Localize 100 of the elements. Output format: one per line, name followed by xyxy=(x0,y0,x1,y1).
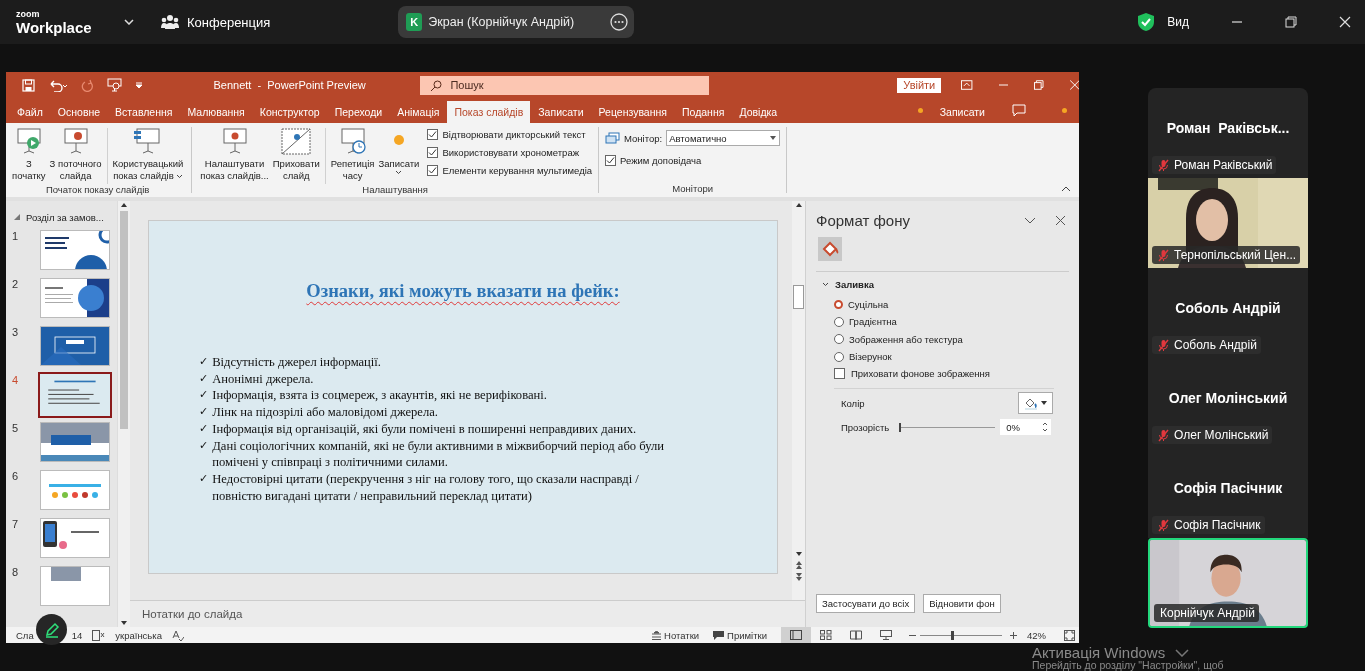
checkbox-label[interactable]: Використовувати хронометраж xyxy=(442,146,579,158)
ribbon-tab[interactable]: Рецензування xyxy=(591,101,674,123)
section-title[interactable]: Заливка xyxy=(835,279,874,290)
slider-thumb[interactable] xyxy=(951,630,955,640)
radio-button[interactable] xyxy=(834,334,844,345)
normal-view-button[interactable] xyxy=(781,627,811,643)
customize-caret-icon[interactable] xyxy=(135,81,143,89)
ribbon-tab[interactable]: Переходи xyxy=(327,101,390,123)
participant-tile[interactable]: Софія Пасічник Софія Пасічник xyxy=(1148,448,1308,538)
pane-button[interactable]: Відновити фон xyxy=(923,594,1001,613)
participant-tile[interactable]: Тернопільський Цен... xyxy=(1148,178,1308,268)
restore-icon[interactable] xyxy=(1034,80,1044,90)
ribbon-button[interactable]: Користувацький показ слайдів xyxy=(110,126,186,182)
ribbon-tab[interactable]: Конструктор xyxy=(252,101,327,123)
ribbon-button[interactable]: Приховати слайд xyxy=(270,126,322,182)
slide-thumbnail[interactable] xyxy=(40,326,110,366)
save-icon[interactable] xyxy=(22,78,35,92)
spelling-icon[interactable] xyxy=(172,629,184,641)
ribbon-button[interactable]: Репетиція часу xyxy=(328,126,377,182)
fit-to-window-icon[interactable] xyxy=(1064,629,1075,641)
ribbon-button[interactable]: Налаштувати показ слайдів... xyxy=(198,126,271,182)
ribbon-button[interactable]: Записати xyxy=(376,126,422,175)
ribbon-button[interactable]: З початку xyxy=(10,126,48,182)
scroll-down-icon[interactable] xyxy=(793,550,804,558)
slide-canvas[interactable] xyxy=(148,220,778,574)
participant-tile[interactable]: Роман Раківськ... Роман Раківський xyxy=(1148,88,1308,178)
ribbon-tab[interactable]: Подання xyxy=(675,101,732,123)
checkbox-label[interactable]: Відтворювати дикторський текст xyxy=(442,128,586,140)
slide-thumbnail[interactable] xyxy=(40,518,110,558)
comment-icon[interactable] xyxy=(1012,104,1026,117)
zoom-in-icon[interactable] xyxy=(1010,631,1017,639)
undo-icon[interactable] xyxy=(48,78,68,92)
checkbox-label[interactable]: Елементи керування мультимедіа xyxy=(442,164,593,176)
ribbon-tab[interactable]: Довідка xyxy=(732,101,785,123)
slide-number: 5 xyxy=(12,422,20,436)
checkbox[interactable] xyxy=(427,146,439,158)
collapse-triangle-icon[interactable] xyxy=(14,214,20,220)
color-picker-button[interactable] xyxy=(1018,392,1053,415)
radio-label[interactable]: Візерунок xyxy=(849,351,892,363)
participant-tile[interactable]: Олег Молінський Олег Молінський xyxy=(1148,358,1308,448)
participant-tile[interactable]: Корнійчук Андрій xyxy=(1148,538,1308,628)
slider-thumb[interactable] xyxy=(899,423,902,432)
fill-tab-button[interactable] xyxy=(818,237,842,261)
search-field[interactable]: Пошук xyxy=(420,75,710,95)
pen-button[interactable] xyxy=(36,614,67,645)
slide-thumbnail[interactable] xyxy=(38,372,112,418)
slide-thumbnail[interactable] xyxy=(40,470,110,510)
monitor-dropdown[interactable]: Автоматично xyxy=(666,130,781,146)
radio-button[interactable] xyxy=(834,300,843,310)
ribbon-tab[interactable]: Основне xyxy=(50,101,108,123)
checkbox[interactable] xyxy=(605,154,617,166)
slide-thumbnail[interactable] xyxy=(40,230,110,270)
next-slide-icon[interactable] xyxy=(793,572,804,582)
ribbon-display-icon[interactable] xyxy=(961,80,973,90)
collapse-ribbon-icon[interactable] xyxy=(1061,186,1071,192)
sign-in-button[interactable]: Увійти xyxy=(897,77,942,93)
zoom-level[interactable]: 42% xyxy=(1027,629,1046,641)
scrollbar-thumb[interactable] xyxy=(793,285,804,309)
ribbon-tab[interactable]: Анімація xyxy=(390,101,447,123)
ribbon-tab[interactable]: Малювання xyxy=(180,101,252,123)
slide-thumbnail[interactable] xyxy=(40,422,110,462)
ribbon-button[interactable]: З поточного слайда xyxy=(47,126,104,182)
radio-label[interactable]: Зображення або текстура xyxy=(849,333,963,345)
radio-label[interactable]: Градієнтна xyxy=(849,316,897,328)
notes-button[interactable]: Нотатки xyxy=(652,629,700,641)
language-label[interactable]: українська xyxy=(115,629,162,641)
ribbon-tab[interactable]: Файл xyxy=(10,101,50,123)
pane-button[interactable]: Застосувати до всіх xyxy=(816,594,916,613)
meeting-title[interactable]: Конференция xyxy=(187,14,271,30)
slide-thumbnail[interactable] xyxy=(40,566,110,606)
shield-check-icon[interactable] xyxy=(1137,12,1156,32)
comments-button[interactable]: Примітки xyxy=(713,629,767,641)
view-menu[interactable]: Вид xyxy=(1167,15,1189,29)
chevron-down-icon[interactable] xyxy=(822,282,829,287)
radio-label[interactable]: Суцільна xyxy=(848,299,889,311)
close-icon[interactable] xyxy=(1056,215,1065,225)
slideshow-icon[interactable] xyxy=(107,78,122,92)
participant-tile[interactable]: Соболь Андрій Соболь Андрій xyxy=(1148,268,1308,358)
accessibility-icon[interactable] xyxy=(92,629,106,641)
section-title[interactable]: Розділ за замов... xyxy=(26,211,104,223)
ribbon-tab[interactable]: Записати xyxy=(531,101,591,123)
checkbox[interactable] xyxy=(427,128,439,140)
radio-button[interactable] xyxy=(834,351,844,362)
screen-share-pill[interactable]: K Экран (Корнійчук Андрій) xyxy=(398,6,635,38)
previous-slide-icon[interactable] xyxy=(793,560,804,570)
slide-thumbnail[interactable] xyxy=(40,278,110,318)
checkbox-label[interactable]: Приховати фонове зображення xyxy=(851,368,990,380)
more-icon[interactable] xyxy=(610,13,629,31)
transparency-spinbox[interactable]: 0% xyxy=(1000,419,1052,436)
radio-button[interactable] xyxy=(834,316,844,327)
checkbox[interactable] xyxy=(834,368,845,380)
ribbon-tab[interactable]: Показ слайдів xyxy=(447,101,531,123)
checkbox-label[interactable]: Режим доповідача xyxy=(620,154,702,166)
restore-icon[interactable] xyxy=(1285,16,1297,28)
record-button[interactable]: Записати xyxy=(932,101,992,123)
chevron-down-icon[interactable] xyxy=(1024,216,1036,224)
ribbon-tab[interactable]: Вставлення xyxy=(108,101,180,123)
scrollbar-thumb[interactable] xyxy=(120,211,128,429)
checkbox[interactable] xyxy=(427,164,439,176)
bullet-text: Інформація від організацій, які були помічені в поширенні неправдивих даних. xyxy=(212,420,637,438)
